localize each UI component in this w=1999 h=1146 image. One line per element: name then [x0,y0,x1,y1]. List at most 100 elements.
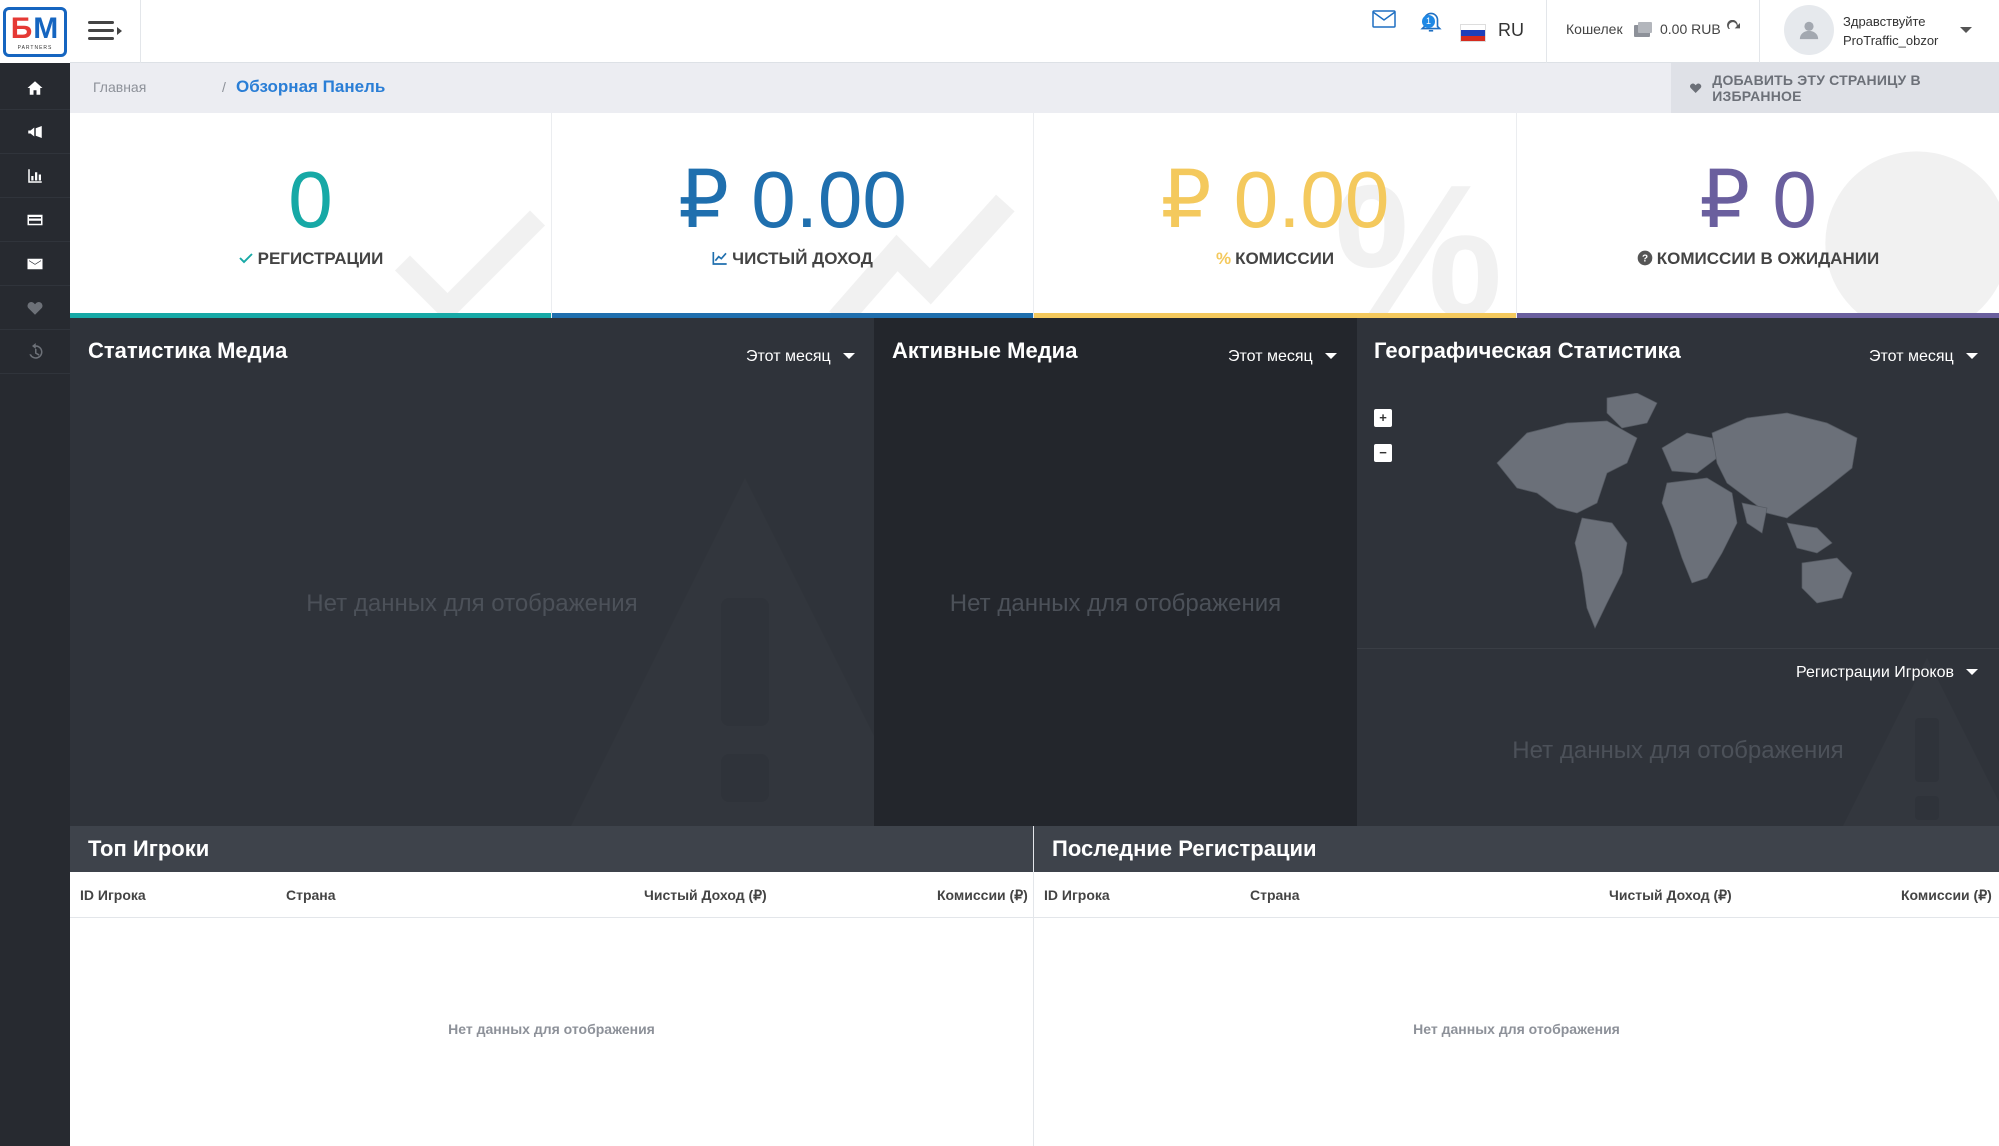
user-icon [1799,21,1819,40]
table-title: Топ Игроки [88,836,210,861]
kpi-value: ₽ 0.00 [678,155,907,244]
credit-card-icon [27,214,43,225]
map-zoom-out-button[interactable]: − [1374,444,1392,462]
heart-icon [27,301,43,315]
kpi-net-revenue: ₽ 0.00 ЧИСТЫЙ ДОХОД [552,113,1034,318]
breadcrumb: Главная / Обзорная Панель ДОБАВИТЬ ЭТУ С… [70,63,1999,113]
flag-ru-icon[interactable] [1460,24,1486,42]
avatar[interactable] [1784,5,1834,55]
menu-toggle-button[interactable] [88,17,124,45]
kpi-label: % КОМИССИИ [1215,249,1335,268]
table-header: Последние Регистрации [1034,826,1999,872]
metric-dropdown[interactable]: Регистрации Игроков [1796,664,1978,682]
kpi-registrations: 0 РЕГИСТРАЦИИ [70,113,552,318]
language-selector[interactable]: RU [1498,20,1524,41]
table-header: Топ Игроки [70,826,1033,872]
page-title: Обзорная Панель [236,77,386,96]
logo-box: БМ PARTNERS [3,6,67,57]
envelope-icon [27,258,43,269]
wallet-balance: 0.00 RUB [1660,21,1721,37]
sidebar-item-home[interactable] [0,66,70,110]
logo-subtitle: PARTNERS [17,44,53,51]
column-header-net-revenue[interactable]: Чистый Доход (₽) [644,887,767,904]
megaphone-icon [28,125,42,138]
period-dropdown-label: Этот месяц [746,348,831,365]
period-dropdown-label: Этот месяц [1228,348,1313,365]
sidebar-item-payments[interactable] [0,198,70,242]
panel-title: Активные Медиа [892,338,1078,363]
breadcrumb-home-link[interactable]: Главная [93,79,146,95]
kpi-label: РЕГИСТРАЦИИ [70,249,551,269]
sidebar-item-media[interactable] [0,110,70,154]
empty-state-text: Нет данных для отображения [1413,1021,1620,1037]
kpi-label: ЧИСТЫЙ ДОХОД [552,249,1033,269]
sidebar-item-history[interactable] [0,330,70,374]
period-dropdown[interactable]: Этот месяц [746,348,855,366]
wallet-icon [1634,22,1652,37]
wallet-label: Кошелек [1566,21,1623,37]
column-header-player-id[interactable]: ID Игрока [80,887,146,903]
warning-watermark-icon [571,478,874,826]
topbar: 1 RU Кошелек 0.00 RUB Здравствуйте ProTr… [70,0,1999,63]
home-icon [27,80,43,95]
period-dropdown[interactable]: Этот месяц [1869,348,1978,366]
table-columns: ID Игрока Страна Чистый Доход (₽) Комисс… [70,872,1033,918]
username: ProTraffic_obzor [1843,33,1939,48]
world-map[interactable] [1487,393,1867,633]
column-header-country[interactable]: Страна [1250,887,1300,903]
chevron-down-icon[interactable] [1960,27,1972,33]
media-stats-panel: Статистика Медиа Этот месяц Нет данных д… [70,318,874,826]
refresh-icon[interactable] [1726,20,1742,38]
divider [1759,0,1760,63]
kpi-pending-commissions: ₽ 0 ? КОМИССИИ В ОЖИДАНИИ [1517,113,1999,318]
history-icon [29,342,43,359]
question-circle-icon: ? [1637,250,1653,266]
column-header-player-id[interactable]: ID Игрока [1044,887,1110,903]
kpi-commissions: % ₽ 0.00 % КОМИССИИ [1034,113,1517,318]
logo-letter-b: Б [10,11,34,45]
top-players-table: Топ Игроки ID Игрока Страна Чистый Доход… [70,826,1034,1146]
recent-registrations-table: Последние Регистрации ID Игрока Страна Ч… [1034,826,1999,1146]
kpi-value: 0 [288,155,333,244]
caret-down-icon [1965,669,1978,675]
kpi-label: ? КОМИССИИ В ОЖИДАНИИ [1517,249,1999,269]
greeting-text: Здравствуйте [1843,14,1926,29]
kpi-value: ₽ 0.00 [1160,155,1390,244]
breadcrumb-separator: / [222,79,226,95]
kpi-value: ₽ 0 [1699,155,1817,244]
brand-logo[interactable]: БМ PARTNERS [0,0,70,63]
caret-down-icon [1324,353,1337,359]
column-header-commissions[interactable]: Комиссии (₽) [1901,887,1992,904]
map-zoom-in-button[interactable]: + [1374,409,1392,427]
sidebar-item-reports[interactable] [0,154,70,198]
period-dropdown-label: Этот месяц [1869,348,1954,365]
notification-badge: 1 [1422,15,1435,28]
logo-letter-m: М [33,11,60,45]
panel-title: Географическая Статистика [1374,338,1681,363]
caret-down-icon [842,353,855,359]
mail-icon[interactable] [1372,9,1396,29]
empty-state-text: Нет данных для отображения [1512,737,1844,764]
sidebar: БМ PARTNERS [0,0,70,1146]
add-to-favorites-button[interactable]: ДОБАВИТЬ ЭТУ СТРАНИЦУ В ИЗБРАННОЕ [1671,63,1999,113]
divider [1546,0,1547,63]
divider [140,0,141,63]
user-greeting[interactable]: Здравствуйте ProTraffic_obzor [1843,12,1938,50]
empty-state-text: Нет данных для отображения [306,590,638,617]
active-media-panel: Активные Медиа Этот месяц Нет данных для… [874,318,1357,826]
line-chart-icon [712,252,727,265]
geo-stats-panel: Географическая Статистика Этот месяц + −… [1357,318,1999,826]
column-header-net-revenue[interactable]: Чистый Доход (₽) [1609,887,1732,904]
empty-state-text: Нет данных для отображения [949,590,1282,617]
caret-down-icon [1965,353,1978,359]
sidebar-item-messages[interactable] [0,242,70,286]
table-title: Последние Регистрации [1052,836,1317,861]
sidebar-item-favorites[interactable] [0,286,70,330]
check-icon [238,253,253,264]
period-dropdown[interactable]: Этот месяц [1228,348,1337,366]
column-header-country[interactable]: Страна [286,887,336,903]
empty-state-text: Нет данных для отображения [448,1021,655,1037]
heart-icon [1690,83,1702,93]
metric-dropdown-label: Регистрации Игроков [1796,664,1954,681]
column-header-commissions[interactable]: Комиссии (₽) [937,887,1028,904]
